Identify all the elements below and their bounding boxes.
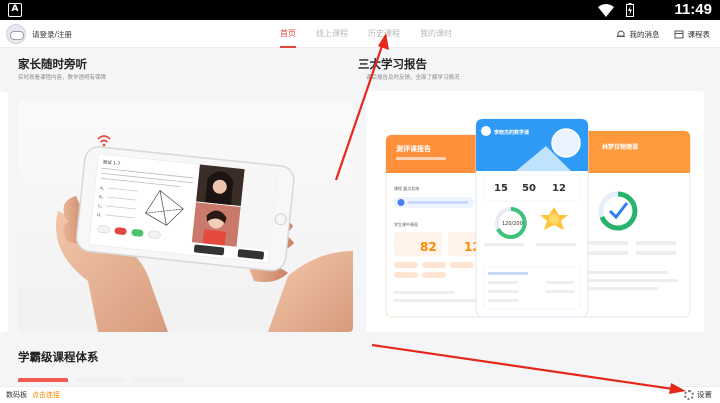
gear-icon xyxy=(684,389,694,400)
nav-right: 我的消息 课程表 xyxy=(616,20,711,48)
physics-report-card: 林梦拉物理课 xyxy=(577,130,691,318)
report-section-label: 学生课中表现 xyxy=(394,221,418,227)
section-title-parents: 家长随时旁听 xyxy=(18,57,87,71)
schedule-button[interactable]: 课程表 xyxy=(674,29,711,40)
avatar[interactable] xyxy=(6,24,26,44)
phone-option-b: B、 xyxy=(99,194,106,200)
parents-card[interactable]: 测试 1-7 A、 B、 C、 D、 xyxy=(18,101,353,332)
report-title-2: 李晓杰的数学课 xyxy=(493,129,530,136)
tab-history-courses[interactable]: 历史课程 xyxy=(358,20,410,48)
tab-home[interactable]: 首页 xyxy=(270,20,306,48)
tablet-status-label: 数码板 xyxy=(6,391,27,399)
tab-online-courses[interactable]: 线上课程 xyxy=(306,20,358,48)
messages-label: 我的消息 xyxy=(629,29,660,39)
bottom-bar: 数码板 点击连接 设置 xyxy=(0,386,720,403)
main-tabs: 首页 线上课程 历史课程 我的课时 xyxy=(270,20,462,48)
calendar-icon xyxy=(674,30,683,39)
login-area[interactable]: 请登录/注册 xyxy=(6,24,72,44)
report-title-1: 测评课报告 xyxy=(396,144,431,153)
section-title-course-system: 学霸级课程体系 xyxy=(18,350,99,364)
section-subtitle-parents: 实时观看课程内容，教学透明有保障 xyxy=(18,75,107,81)
connect-link[interactable]: 点击连接 xyxy=(32,390,60,400)
login-link[interactable]: 请登录/注册 xyxy=(32,29,72,40)
course-system-tabs xyxy=(18,378,184,386)
phone-option-a: A、 xyxy=(100,185,107,191)
parents-illustration: 测试 1-7 A、 B、 C、 D、 xyxy=(18,101,353,332)
tab-my-lessons[interactable]: 我的课时 xyxy=(410,20,462,48)
reports-illustration: 测评课报告 课程 要点总结 学生课中表现 82 12 林梦拉物理课 李晓杰的数学… xyxy=(366,91,704,332)
settings-button[interactable]: 设置 xyxy=(684,389,712,400)
app-badge-icon: A xyxy=(8,3,22,17)
stat-3: 12 xyxy=(552,183,566,194)
wifi-icon xyxy=(598,3,614,17)
course-tab-2[interactable] xyxy=(76,378,126,382)
annotation-arrow-right xyxy=(371,343,681,392)
stat-2: 50 xyxy=(522,183,536,194)
course-tab-3[interactable] xyxy=(134,378,184,382)
schedule-label: 课程表 xyxy=(687,29,711,39)
svg-text:课程 要点总结: 课程 要点总结 xyxy=(394,185,419,191)
top-navigation: 请登录/注册 首页 线上课程 历史课程 我的课时 我的消息 课程表 xyxy=(0,20,720,48)
report-title-3: 林梦拉物理课 xyxy=(602,143,639,151)
answer-a-button[interactable] xyxy=(97,225,110,234)
previous-card-edge[interactable] xyxy=(0,92,8,332)
status-icons xyxy=(598,3,634,17)
stat-1: 15 xyxy=(494,183,508,194)
course-tab-1[interactable] xyxy=(18,378,68,382)
score-value: 120/200 xyxy=(502,221,523,227)
answer-d-button[interactable] xyxy=(148,230,161,239)
battery-icon xyxy=(626,3,634,17)
messages-button[interactable]: 我的消息 xyxy=(616,29,660,40)
message-icon xyxy=(616,30,625,37)
phone-option-c: C、 xyxy=(98,203,105,209)
clock: 11:49 xyxy=(674,1,712,18)
math-report-card: 李晓杰的数学课 15 50 12 120/200 xyxy=(475,118,589,318)
report-number-1: 82 xyxy=(420,240,437,254)
phone-option-d: D、 xyxy=(97,212,105,218)
section-subtitle-reports: 课后报告及时反馈，全面了解学习情况 xyxy=(366,75,460,81)
settings-label: 设置 xyxy=(697,390,712,399)
status-bar: A 11:49 xyxy=(0,0,720,20)
reports-card[interactable]: 测评课报告 课程 要点总结 学生课中表现 82 12 林梦拉物理课 李晓杰的数学… xyxy=(366,91,704,332)
section-title-reports: 三大学习报告 xyxy=(358,57,427,71)
